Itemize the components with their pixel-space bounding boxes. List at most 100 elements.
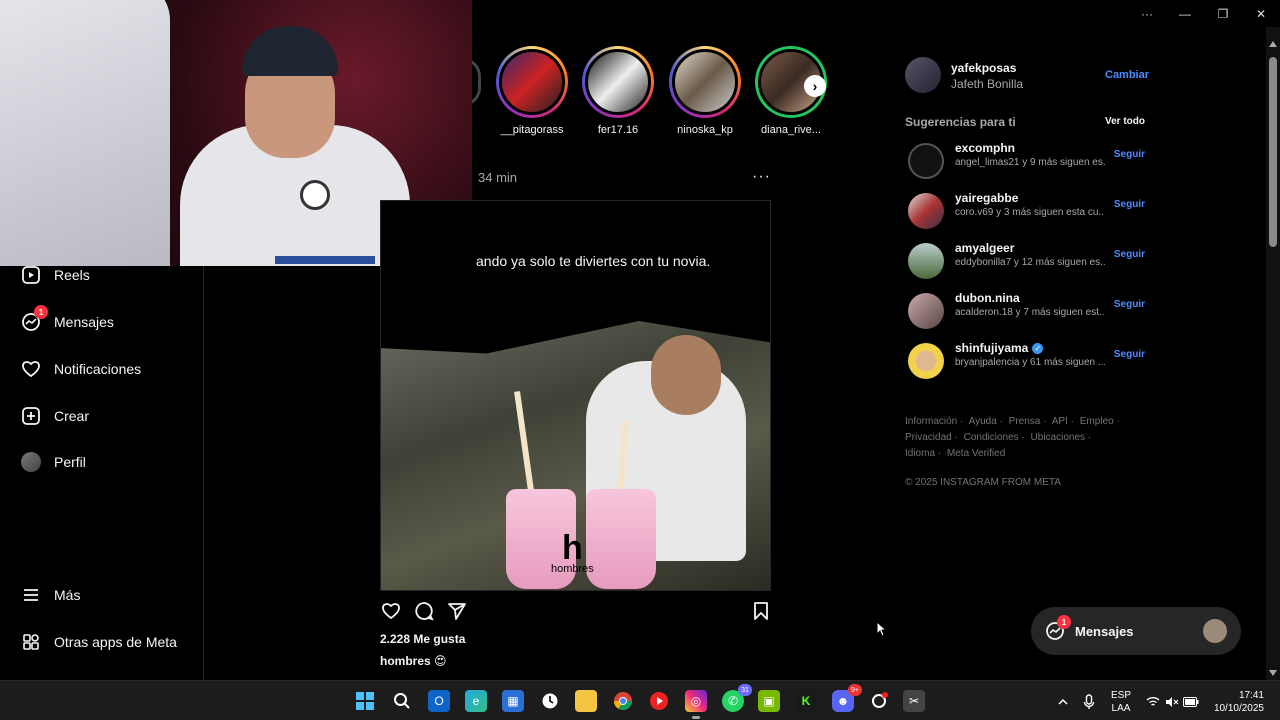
footer-link[interactable]: Información · [905, 416, 963, 427]
sidebar-item-mensajes[interactable]: 1 Mensajes [20, 305, 114, 337]
notification-badge: 1 [34, 305, 48, 319]
verified-badge-icon: ✓ [1032, 342, 1044, 354]
stories-next-button[interactable]: › [804, 75, 826, 97]
see-all-link[interactable]: Ver todo [1105, 116, 1145, 127]
sidebar-item-perfil[interactable]: Perfil [20, 447, 86, 477]
kick-icon[interactable]: K [795, 690, 817, 712]
window-close-button[interactable]: ✕ [1242, 0, 1280, 27]
file-explorer-icon[interactable] [575, 690, 597, 712]
story-item[interactable]: __pitagorass [496, 46, 568, 136]
suggestion-avatar[interactable] [908, 193, 944, 229]
media-player-icon[interactable] [648, 690, 670, 712]
follow-button[interactable]: Seguir [1114, 249, 1145, 260]
whatsapp-icon[interactable]: ✆ 31 [722, 684, 752, 712]
battery-icon[interactable] [1180, 691, 1202, 713]
clock-time: 17:41 [1238, 690, 1264, 701]
follow-button[interactable]: Seguir [1114, 149, 1145, 160]
share-button[interactable] [446, 600, 468, 622]
app-settings-icon[interactable] [868, 690, 890, 712]
chrome-icon[interactable] [612, 690, 634, 712]
account-fullname: Jafeth Bonilla [951, 77, 1024, 91]
scrollbar-thumb[interactable] [1269, 57, 1277, 247]
windows-start-icon[interactable] [354, 690, 376, 712]
account-username[interactable]: yafekposas [951, 61, 1016, 75]
story-item[interactable]: ninoska_kp [669, 46, 741, 136]
edge-icon[interactable]: e [465, 690, 487, 712]
story-username: __pitagorass [500, 124, 564, 136]
suggestion-subtext: bryanjpalencia y 61 más siguen ... [955, 357, 1105, 368]
store-icon[interactable]: ▦ [502, 690, 524, 712]
discord-icon[interactable]: ☻ 9+ [832, 684, 862, 712]
footer-link[interactable]: Condiciones · [964, 432, 1025, 443]
footer-link[interactable]: Privacidad · [905, 432, 958, 443]
sidebar-item-notificaciones[interactable]: Notificaciones [20, 354, 141, 384]
scroll-up-icon[interactable] [1269, 41, 1277, 47]
comment-button[interactable] [413, 600, 435, 622]
window-more-button[interactable]: ··· [1128, 0, 1166, 27]
like-count[interactable]: 2.228 Me gusta [380, 632, 465, 646]
sidebar-item-otras-apps[interactable]: Otras apps de Meta [20, 627, 177, 657]
window-minimize-button[interactable]: — [1166, 0, 1204, 27]
bmw-logo [300, 180, 330, 210]
story-item[interactable]: fer17.16 [582, 46, 654, 136]
footer-link[interactable]: Ayuda · [969, 416, 1003, 427]
footer-link[interactable]: Empleo · [1080, 416, 1120, 427]
suggestion-item: dubon.nina acalderon.18 y 7 más siguen e… [905, 291, 1145, 331]
footer-links: Información · Ayuda · Prensa · API · Emp… [905, 414, 1125, 462]
follow-button[interactable]: Seguir [1114, 199, 1145, 210]
messages-floating-button[interactable]: 1 Mensajes [1031, 607, 1241, 655]
chevron-up-icon[interactable] [1052, 691, 1074, 713]
suggestion-avatar[interactable] [908, 343, 944, 379]
scroll-down-icon[interactable] [1269, 670, 1277, 676]
suggestion-username[interactable]: amyalgeer [955, 241, 1014, 255]
footer-link[interactable]: Meta Verified [947, 448, 1005, 459]
nvidia-icon[interactable]: ▣ [758, 690, 780, 712]
instagram-icon[interactable]: ◎ [685, 690, 707, 719]
comment-icon [415, 602, 434, 621]
microphone-icon[interactable] [1078, 691, 1100, 713]
follow-button[interactable]: Seguir [1114, 299, 1145, 310]
switch-account-link[interactable]: Cambiar [1105, 69, 1149, 81]
chevron-right-icon: › [812, 78, 818, 94]
send-icon [448, 603, 466, 620]
sidebar-item-label: Otras apps de Meta [54, 634, 177, 650]
story-username: diana_rive... [761, 124, 821, 136]
suggestion-item: yairegabbe coro.v69 y 3 más siguen esta … [905, 191, 1145, 231]
suggestions-heading: Sugerencias para ti [905, 115, 1016, 129]
clock-area[interactable]: 17:41 10/10/2025 [1206, 689, 1264, 715]
search-icon[interactable] [391, 690, 413, 712]
footer-link[interactable]: API · [1052, 416, 1074, 427]
suggestion-avatar[interactable] [908, 143, 944, 179]
suggestion-avatar[interactable] [908, 293, 944, 329]
language-indicator[interactable]: ESP LAA [1108, 689, 1134, 715]
suggestion-avatar[interactable] [908, 243, 944, 279]
suggestion-username[interactable]: excomphn [955, 141, 1015, 155]
post-media[interactable]: ando ya solo te diviertes con tu novia. … [380, 200, 771, 591]
sidebar-item-mas[interactable]: Más [20, 580, 80, 610]
suggestion-subtext: coro.v69 y 3 más siguen esta cu... [955, 207, 1105, 218]
like-button[interactable] [380, 600, 402, 622]
snipping-tool-icon[interactable]: ✂ [903, 690, 925, 712]
suggestion-username[interactable]: yairegabbe [955, 191, 1018, 205]
hamburger-icon [20, 584, 42, 606]
messages-pill-label: Mensajes [1075, 623, 1134, 639]
post-more-button[interactable]: ··· [752, 168, 771, 186]
clock-icon[interactable] [539, 690, 561, 712]
page-scrollbar[interactable] [1266, 27, 1280, 680]
footer-link[interactable]: Idioma · [905, 448, 941, 459]
window-maximize-button[interactable]: ❐ [1204, 0, 1242, 27]
sidebar-item-crear[interactable]: Crear [20, 401, 89, 431]
follow-button[interactable]: Seguir [1114, 349, 1145, 360]
outlook-icon[interactable]: O [428, 690, 450, 712]
suggestion-username[interactable]: shinfujiyama ✓ [955, 341, 1044, 355]
post-caption-username[interactable]: hombres 😍 [380, 654, 447, 668]
suggestion-username[interactable]: dubon.nina [955, 291, 1020, 305]
watermark-logo: h hombres [551, 529, 594, 575]
save-button[interactable] [750, 600, 772, 622]
footer-link[interactable]: Ubicaciones · [1031, 432, 1092, 443]
language-code: ESP [1110, 690, 1131, 701]
plus-square-icon [20, 405, 42, 427]
sidebar-item-label: Reels [54, 267, 90, 283]
account-avatar[interactable] [905, 57, 941, 93]
footer-link[interactable]: Prensa · [1009, 416, 1047, 427]
